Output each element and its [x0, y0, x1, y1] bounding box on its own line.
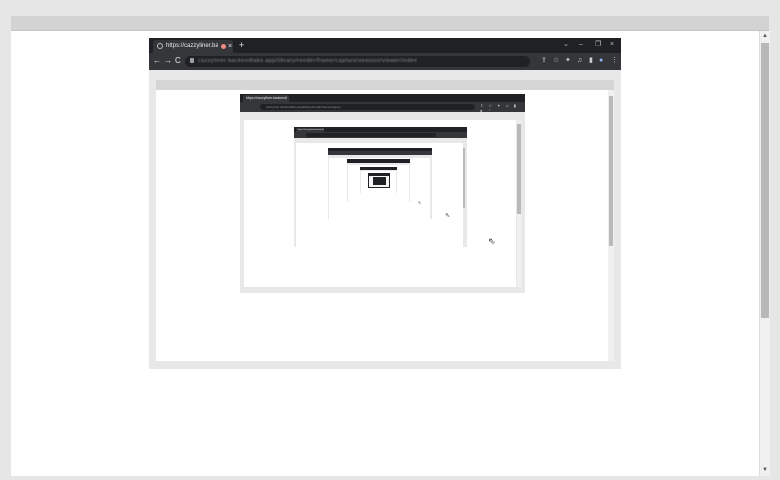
scroll-down-arrow[interactable]: ▼: [761, 466, 769, 474]
mouse-cursor-icon: ⇖: [488, 236, 496, 246]
close-window-button[interactable]: ×: [610, 40, 614, 50]
new-tab-button[interactable]: +: [239, 40, 244, 51]
nested-top-strip: [156, 80, 614, 90]
recording-icon: [221, 44, 226, 49]
nested-address-bar-3: [306, 133, 436, 137]
nested-tab-strip: https://cazzyliner.backendl: [240, 94, 525, 102]
page-scrollbar[interactable]: ▲ ▼: [759, 31, 770, 476]
mouse-cursor-icon-nested: ⇖: [445, 213, 451, 219]
scroll-thumb[interactable]: [761, 43, 769, 318]
nested-address-bar[interactable]: cazzyliner.backendlabs.app/library/rende…: [260, 104, 475, 110]
extensions-icon[interactable]: ✦: [565, 57, 571, 65]
restore-button[interactable]: ❐: [595, 40, 601, 50]
nested-scroll-thumb[interactable]: [609, 96, 613, 246]
minimize-button[interactable]: –: [579, 40, 583, 50]
menu-icon[interactable]: ⋮: [611, 57, 618, 65]
lock-icon: [190, 58, 194, 63]
profile-avatar[interactable]: ●: [599, 57, 603, 65]
nested-scroll-thumb-3: [463, 148, 465, 208]
globe-icon: [157, 43, 163, 49]
tab-strip: https://cazzyliner.backendl × + ⌄ – ❐ ×: [149, 38, 621, 53]
scroll-up-arrow[interactable]: ▲: [761, 32, 769, 40]
back-button[interactable]: ←: [153, 56, 161, 66]
sidebar-icon[interactable]: ▮: [589, 57, 593, 65]
nested-scroll-thumb-2: [517, 124, 521, 214]
nested-tab[interactable]: https://cazzyliner.backendl: [243, 95, 289, 102]
browser-tab[interactable]: https://cazzyliner.backendl ×: [153, 40, 233, 53]
tab-title: https://cazzyliner.backendl: [166, 43, 218, 49]
media-icon[interactable]: ♫: [577, 57, 582, 65]
nested-scrollbar[interactable]: [608, 90, 614, 361]
address-url: cazzyliner.backendlabs.app/library/rende…: [198, 58, 418, 64]
forward-button[interactable]: →: [164, 56, 172, 66]
reload-button[interactable]: C: [175, 56, 181, 66]
nested-scrollbar-2: [517, 120, 521, 287]
nested-browser-window-8: [373, 177, 386, 185]
tab-search-icon[interactable]: ⌄: [563, 40, 569, 50]
star-icon[interactable]: ☆: [553, 57, 559, 65]
top-strip: [11, 16, 769, 31]
share-icon[interactable]: ⇪: [541, 57, 547, 65]
browser-toolbar: ← → C cazzyliner.backendlabs.app/library…: [149, 53, 621, 70]
address-bar[interactable]: cazzyliner.backendlabs.app/library/rende…: [185, 56, 530, 67]
tab-close-icon[interactable]: ×: [228, 40, 232, 53]
nested-toolbar: cazzyliner.backendlabs.app/library/rende…: [240, 102, 525, 113]
mouse-cursor-icon-nested-2: ⇖: [418, 200, 422, 205]
